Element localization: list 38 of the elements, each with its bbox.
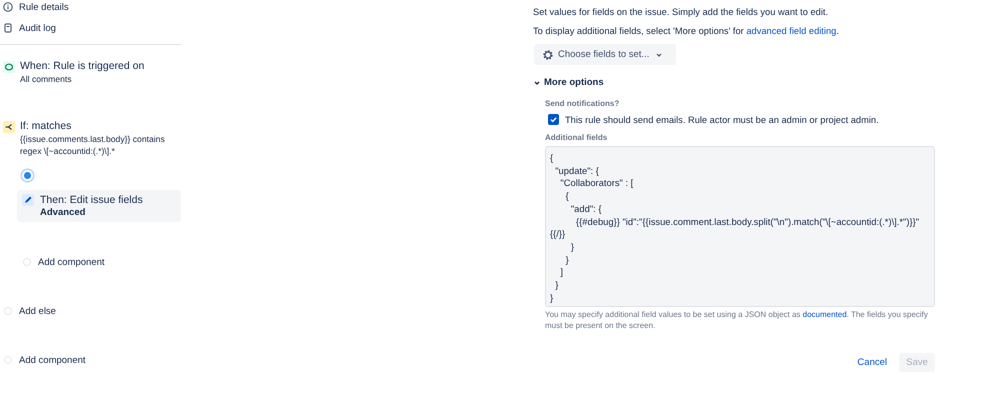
more-options-toggle[interactable]: More options: [533, 77, 999, 88]
checkmark-icon: [549, 115, 558, 124]
add-dot: [4, 356, 12, 364]
field-label: Send notifications?: [545, 99, 620, 108]
json-field[interactable]: { "update": { "Collaborators" : [ { "add": { {{#debug}} "id":"{{issue.comment.last.body.split("\n").match("\[~accountid:(.*)\].*")}}" {{/}} } } ] } }: [545, 146, 935, 307]
chevron-down-icon: [655, 50, 664, 58]
add-link[interactable]: Add else: [19, 306, 56, 316]
add-dot: [23, 258, 31, 266]
action-card[interactable]: Then: Edit issue fields Advanced: [17, 190, 181, 222]
pencil-icon: [22, 194, 34, 206]
documented-link[interactable]: documented: [802, 310, 847, 319]
intro-text: Set values for fields on the issue. Simply add the fields you want to edit.: [533, 6, 830, 19]
checkbox[interactable]: [548, 114, 559, 125]
step-detail: Advanced: [40, 207, 86, 219]
add-link[interactable]: Add component: [19, 354, 86, 366]
nav-item[interactable]: Rule details: [19, 2, 69, 12]
checkbox-label: This rule should send emails. Rule actor must be an admin or project admin.: [565, 114, 879, 124]
branch-icon: [3, 121, 15, 133]
step-title: When: Rule is triggered on: [20, 60, 144, 73]
step-detail: {{issue.comments.last.body}} contains regex \[~accountid:(.*)\].*: [20, 133, 166, 157]
choose-fields-button[interactable]: Choose fields to set...: [534, 44, 676, 65]
info-icon: [3, 2, 13, 12]
speech-bubble-icon: [3, 61, 15, 73]
cancel-button[interactable]: Cancel: [857, 357, 887, 368]
gear-icon: [542, 48, 554, 60]
nav-item[interactable]: Audit log: [19, 22, 56, 34]
add-link[interactable]: Add component: [38, 256, 105, 268]
hint-text: To display additional fields, select 'More options' for advanced field editing.: [533, 25, 840, 38]
step-detail: All comments: [20, 73, 73, 85]
help-text: You may specify additional field values to be set using a JSON object as documented. The fields you specify must be present on the screen.: [545, 310, 929, 331]
step-title: If: matches: [20, 120, 72, 133]
radio-button[interactable]: [22, 170, 33, 180]
field-label: Additional fields: [545, 133, 608, 142]
chevron-down-icon: [533, 78, 541, 86]
advanced-field-editing-link[interactable]: advanced field editing: [746, 26, 836, 36]
document-icon: [3, 23, 13, 33]
step-title: Then: Edit issue fields: [40, 194, 143, 207]
add-dot: [4, 307, 12, 315]
